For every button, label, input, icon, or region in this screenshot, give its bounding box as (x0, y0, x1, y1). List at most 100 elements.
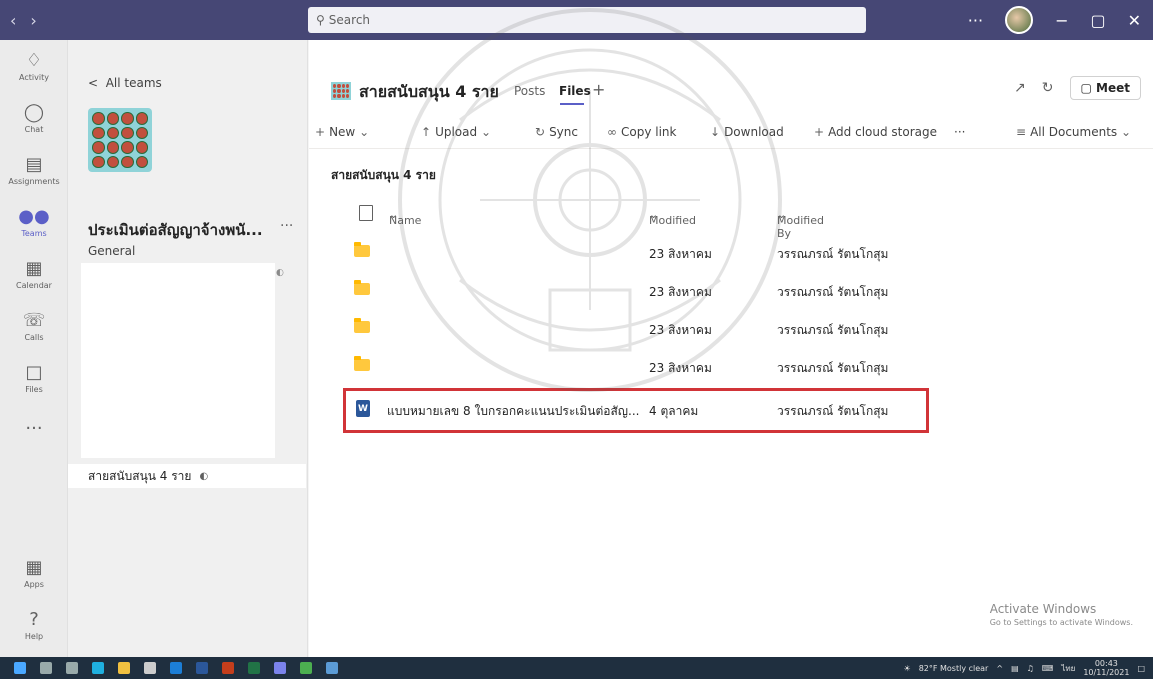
rail-item-activity[interactable]: ♢ Activity (0, 40, 68, 92)
refresh-icon[interactable]: ↻ (1042, 80, 1054, 96)
activate-subtitle: Go to Settings to activate Windows. (989, 618, 1133, 627)
search-icon[interactable] (40, 662, 52, 674)
download-button[interactable]: ↓ Download (710, 125, 784, 139)
team-more-button[interactable]: ··· (280, 218, 293, 234)
store-icon[interactable] (144, 662, 156, 674)
column-headers: Name ⌄ Modified ⌄ Modified By ⌄ (309, 202, 1153, 240)
meet-button[interactable]: ▢ Meet (1069, 76, 1141, 100)
close-icon[interactable]: ✕ (1128, 11, 1141, 30)
window-controls: ··· − ▢ ✕ (968, 0, 1153, 40)
new-button[interactable]: + New ⌄ (315, 125, 373, 139)
weather-text[interactable]: 82°F Mostly clear (919, 664, 989, 673)
table-row[interactable]: 23 สิงหาคม วรรณภรณ์ รัตนโกสุม (309, 348, 1153, 386)
folder-icon (354, 356, 370, 371)
breadcrumb: สายสนับสนุน 4 ราย (331, 168, 436, 182)
highlight-box (343, 388, 929, 433)
rail-item-chat[interactable]: ◯ Chat (0, 92, 68, 144)
powerpoint-icon[interactable] (222, 662, 234, 674)
rail-item-calendar[interactable]: ▦ Calendar (0, 248, 68, 300)
language-indicator[interactable]: ไทย (1061, 662, 1075, 675)
activate-windows-notice: Activate Windows Go to Settings to activ… (990, 602, 1133, 627)
all-teams-link[interactable]: < All teams (88, 76, 162, 90)
file-explorer-icon[interactable] (118, 662, 130, 674)
forward-arrow-icon[interactable]: › (30, 11, 36, 30)
rail-item-help[interactable]: ? Help (0, 599, 68, 651)
weather-icon: ☀ (903, 663, 911, 673)
upload-label: Upload (435, 125, 478, 139)
rail-label: Calls (24, 332, 44, 342)
rail-item-files[interactable]: □ Files (0, 352, 68, 404)
teams-icon[interactable] (274, 662, 286, 674)
back-arrow-icon[interactable]: ‹ (10, 11, 16, 30)
column-modified-by[interactable]: Modified By ⌄ (777, 208, 824, 240)
chevron-down-icon: ⌄ (480, 125, 491, 139)
table-row[interactable]: 23 สิงหาคม วรรณภรณ์ รัตนโกสุม (309, 310, 1153, 348)
word-icon[interactable] (196, 662, 208, 674)
bell-icon: ♢ (25, 49, 43, 71)
channel-title: สายสนับสนุน 4 ราย (359, 82, 499, 101)
add-cloud-storage-button[interactable]: + Add cloud storage (814, 125, 937, 139)
activate-title: Activate Windows (989, 602, 1097, 616)
column-name[interactable]: Name ⌄ (389, 208, 421, 227)
channel-active[interactable]: สายสนับสนุน 4 ราย ◐ (68, 464, 306, 488)
add-tab-icon[interactable]: + (592, 80, 605, 99)
clock[interactable]: 00:43 10/11/2021 (1083, 659, 1129, 677)
rail-item-calls[interactable]: ☏ Calls (0, 300, 68, 352)
plus-icon: + (814, 125, 825, 139)
channel-team-icon (331, 82, 351, 100)
mail-icon[interactable] (170, 662, 182, 674)
copy-link-button[interactable]: ∞ Copy link (607, 125, 676, 139)
more-icon: ··· (25, 418, 43, 439)
table-row[interactable]: 23 สิงหาคม วรรณภรณ์ รัตนโกสุม (309, 272, 1153, 310)
video-icon: ▢ (1080, 81, 1092, 95)
tab-posts[interactable]: Posts (514, 84, 545, 98)
rail-item-apps[interactable]: ▦ Apps (0, 547, 68, 599)
rail-label: Activity (19, 72, 49, 82)
network-icon[interactable]: ▤ (1011, 664, 1019, 673)
rail-item-assignments[interactable]: ▤ Assignments (0, 144, 68, 196)
avatar[interactable] (1005, 6, 1034, 34)
all-teams-label: All teams (105, 76, 162, 90)
column-modified[interactable]: Modified ⌄ (649, 208, 696, 227)
search-placeholder: Search (328, 13, 371, 27)
app-icon[interactable] (326, 662, 338, 674)
chrome-icon[interactable] (300, 662, 312, 674)
row-modified: 23 สิงหาคม (649, 323, 712, 337)
minimize-icon[interactable]: − (1055, 11, 1068, 30)
table-row[interactable]: 23 สิงหาคม วรรณภรณ์ รัตนโกสุม (309, 234, 1153, 272)
search-icon: ⚲ (316, 13, 325, 27)
keyboard-icon[interactable]: ⌨ (1042, 664, 1054, 673)
clock-date: 10/11/2021 (1083, 668, 1130, 677)
upload-button[interactable]: ↑ Upload ⌄ (421, 125, 495, 139)
system-tray: ☀ 82°F Mostly clear ^ ▤ ♫ ⌨ ไทย 00:43 10… (904, 657, 1145, 679)
apps-icon: ▦ (25, 556, 43, 578)
start-icon[interactable] (14, 662, 26, 674)
sync-button[interactable]: ↻ Sync (535, 125, 578, 139)
row-modified-by: วรรณภรณ์ รัตนโกสุม (777, 285, 889, 299)
rail-more-button[interactable]: ··· (0, 404, 68, 456)
view-selector[interactable]: ≡ All Documents ⌄ (1016, 125, 1135, 139)
rail-label: Chat (24, 124, 44, 134)
notification-icon[interactable]: □ (1137, 664, 1145, 673)
volume-icon[interactable]: ♫ (1027, 664, 1034, 673)
search-input[interactable]: ⚲ Search (308, 7, 866, 33)
edge-icon[interactable] (92, 662, 104, 674)
row-modified: 23 สิงหาคม (649, 361, 712, 375)
tab-files[interactable]: Files (559, 84, 591, 98)
team-name: ประเมินต่อสัญญาจ้างพนั... (88, 221, 263, 239)
expand-icon[interactable]: ↗ (1014, 80, 1026, 96)
rail-item-teams[interactable]: ●● Teams (0, 196, 68, 248)
more-options-icon[interactable]: ··· (968, 11, 983, 30)
command-bar: + New ⌄ ↑ Upload ⌄ ↻ Sync ∞ Copy link ↓ Downl… (309, 120, 1153, 144)
title-bar: ‹ › ⚲ Search ··· − ▢ ✕ (0, 0, 1153, 40)
filter-icon: ≡ (1016, 125, 1027, 139)
folder-icon (354, 242, 370, 257)
task-view-icon[interactable] (66, 662, 78, 674)
excel-icon[interactable] (248, 662, 260, 674)
more-commands-button[interactable]: ··· (954, 125, 965, 139)
add-cloud-label: Add cloud storage (828, 125, 938, 139)
maximize-icon[interactable]: ▢ (1090, 11, 1105, 30)
chevron-up-icon[interactable]: ^ (996, 664, 1003, 673)
channel-general[interactable]: General (88, 244, 135, 258)
phone-icon: ☏ (22, 309, 46, 331)
